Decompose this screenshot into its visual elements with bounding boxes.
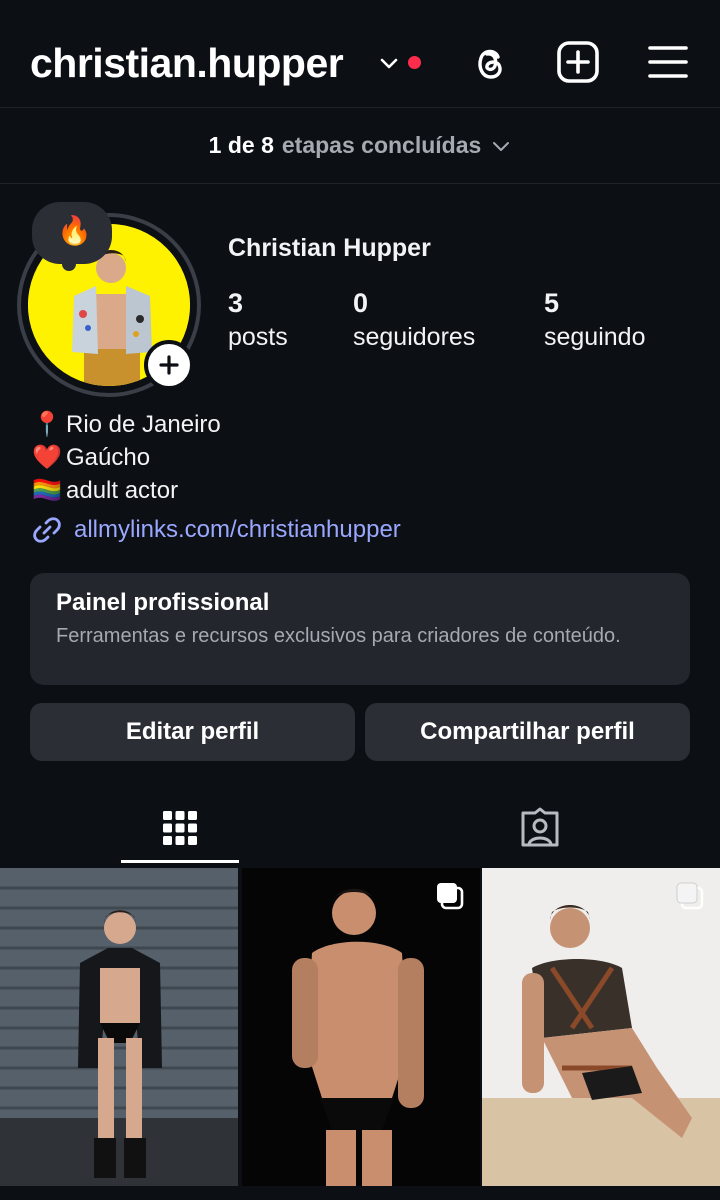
- multiple-photos-icon: [437, 883, 464, 910]
- menu-icon[interactable]: [646, 40, 690, 84]
- grid-icon: [163, 811, 197, 845]
- active-tab-indicator: [121, 860, 239, 863]
- username-title[interactable]: christian.hupper: [30, 40, 344, 87]
- bio-line: ❤️ Gaúcho: [32, 441, 221, 474]
- add-story-button[interactable]: [144, 340, 194, 390]
- steps-label: etapas concluídas: [281, 132, 482, 158]
- chevron-down-icon[interactable]: [378, 52, 400, 74]
- rainbow-flag-icon: 🏳️‍🌈: [32, 477, 62, 504]
- stat-posts-value: 3: [228, 288, 244, 318]
- tagged-icon: [521, 807, 559, 847]
- share-profile-button[interactable]: Compartilhar perfil: [365, 703, 690, 761]
- bio-line: 🏳️‍🌈 adult actor: [32, 474, 221, 507]
- professional-dashboard-card[interactable]: Painel profissional Ferramentas e recurs…: [30, 573, 690, 685]
- profile-bio: 📍 Rio de Janeiro ❤️ Gaúcho 🏳️‍🌈 adult ac…: [32, 408, 221, 507]
- note-emoji: 🔥: [57, 215, 92, 246]
- professional-dashboard-title: Painel profissional: [56, 589, 270, 616]
- add-post-icon[interactable]: [556, 40, 600, 84]
- stat-following[interactable]: 5 seguindo: [544, 288, 645, 352]
- stat-following-value: 5: [544, 288, 560, 318]
- post-thumbnail[interactable]: [482, 868, 720, 1186]
- professional-dashboard-description: Ferramentas e recursos exclusivos para c…: [56, 625, 621, 647]
- post-thumbnail[interactable]: [0, 868, 238, 1186]
- steps-count: 1 de 8: [208, 132, 274, 158]
- heart-icon: ❤️: [32, 444, 62, 471]
- plus-icon: [159, 355, 179, 375]
- stat-posts-label: posts: [228, 323, 288, 351]
- chevron-down-icon: [493, 141, 510, 151]
- profile-full-name: Christian Hupper: [228, 234, 431, 262]
- stat-followers[interactable]: 0 seguidores: [353, 288, 475, 352]
- stat-following-label: seguindo: [544, 323, 646, 351]
- bio-text: Rio de Janeiro: [66, 411, 221, 438]
- post-thumbnail[interactable]: [242, 868, 480, 1186]
- tab-tagged[interactable]: [360, 790, 720, 866]
- link-icon: [33, 517, 61, 543]
- pin-icon: 📍: [32, 411, 62, 438]
- stat-posts[interactable]: 3 posts: [228, 288, 288, 352]
- profile-link[interactable]: allmylinks.com/christianhupper: [32, 515, 401, 545]
- stat-followers-value: 0: [353, 288, 369, 318]
- stat-followers-label: seguidores: [353, 323, 476, 351]
- tab-posts-grid[interactable]: [0, 790, 360, 866]
- notification-dot: [408, 56, 421, 69]
- multiple-photos-icon: [676, 882, 704, 910]
- top-bar: christian.hupper: [0, 0, 720, 108]
- profile-link-text[interactable]: allmylinks.com/christianhupper: [74, 516, 401, 544]
- bio-text: Gaúcho: [66, 444, 151, 471]
- bio-line: 📍 Rio de Janeiro: [32, 408, 221, 441]
- edit-profile-button[interactable]: Editar perfil: [30, 703, 355, 761]
- bio-text: adult actor: [66, 477, 179, 504]
- bottom-spacer: [0, 1186, 720, 1200]
- profile-steps-progress[interactable]: 1 de 8 etapas concluídas: [0, 108, 720, 184]
- threads-icon[interactable]: [468, 40, 512, 84]
